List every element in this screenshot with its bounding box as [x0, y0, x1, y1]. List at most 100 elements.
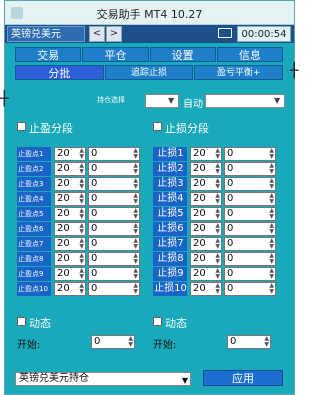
spinner-arrows-icon[interactable]: ▲ ▼	[215, 268, 220, 280]
spinner-arrows-icon[interactable]: ▲ ▼	[79, 208, 84, 220]
take-profit-percent-input[interactable]: 20 ▲ ▼	[54, 207, 86, 221]
spinner-arrows-icon[interactable]: ▲ ▼	[269, 208, 274, 220]
spinner-arrows-icon[interactable]: ▲ ▼	[215, 238, 220, 250]
stop-loss-percent-input[interactable]: 20 ▲ ▼	[190, 237, 222, 251]
stop-loss-points-input[interactable]: 0 ▲ ▼	[224, 267, 276, 281]
take-profit-points-input[interactable]: 0 ▲ ▼	[88, 162, 140, 176]
spinner-arrows-icon[interactable]: ▲ ▼	[79, 193, 84, 205]
spinner-arrows-icon[interactable]: ▲ ▼	[215, 283, 220, 295]
stop-loss-percent-input[interactable]: 20 ▲ ▼	[190, 222, 222, 236]
spinner-arrows-icon[interactable]: ▲ ▼	[133, 283, 138, 295]
stop-loss-percent-input[interactable]: 20 ▲ ▼	[190, 177, 222, 191]
stop-loss-points-input[interactable]: 0 ▲ ▼	[224, 207, 276, 221]
stop-loss-points-input[interactable]: 0 ▲ ▼	[224, 252, 276, 266]
take-profit-percent-input[interactable]: 20 ▲ ▼	[54, 282, 86, 296]
apply-button[interactable]: 应用	[203, 370, 283, 386]
stop-loss-percent-input[interactable]: 20 ▲ ▼	[190, 162, 222, 176]
stop-loss-split-checkbox[interactable]	[153, 122, 162, 131]
left-dynamic-checkbox[interactable]	[17, 317, 26, 326]
spinner-arrows-icon[interactable]: ▲ ▼	[269, 148, 274, 160]
spinner-arrows-icon[interactable]: ▲ ▼	[269, 163, 274, 175]
spinner-arrows-icon[interactable]: ▲ ▼	[215, 178, 220, 190]
spinner-arrows-icon[interactable]: ▲ ▼	[133, 208, 138, 220]
stop-loss-percent-input[interactable]: 20 ▲ ▼	[190, 207, 222, 221]
spinner-arrows-icon[interactable]: ▲ ▼	[79, 178, 84, 190]
spinner-arrows-icon[interactable]: ▲ ▼	[215, 193, 220, 205]
spinner-arrows-icon[interactable]: ▲ ▼	[215, 163, 220, 175]
spinner-arrows-icon[interactable]: ▲ ▼	[128, 336, 133, 348]
take-profit-percent-input[interactable]: 20 ▲ ▼	[54, 222, 86, 236]
spinner-arrows-icon[interactable]: ▲ ▼	[133, 268, 138, 280]
stop-loss-points-input[interactable]: 0 ▲ ▼	[224, 192, 276, 206]
right-start-input[interactable]: 0 ▲ ▼	[227, 335, 271, 349]
position-filter-select[interactable]: ▼	[145, 94, 179, 108]
spinner-arrows-icon[interactable]: ▲ ▼	[79, 223, 84, 235]
tab-info[interactable]: 信息	[216, 47, 283, 62]
take-profit-percent-input[interactable]: 20 ▲ ▼	[54, 237, 86, 251]
next-button[interactable]: >	[106, 26, 122, 42]
spinner-arrows-icon[interactable]: ▲ ▼	[215, 223, 220, 235]
tab-close[interactable]: 平仓	[82, 47, 149, 62]
stop-loss-percent-input[interactable]: 20 ▲ ▼	[190, 252, 222, 266]
spinner-arrows-icon[interactable]: ▲ ▼	[269, 283, 274, 295]
stop-loss-percent-input[interactable]: 20 ▲ ▼	[190, 147, 222, 161]
stop-loss-points-input[interactable]: 0 ▲ ▼	[224, 147, 276, 161]
symbol-select[interactable]: 英镑兑美元	[7, 26, 85, 42]
take-profit-points-input[interactable]: 0 ▲ ▼	[88, 207, 140, 221]
spinner-arrows-icon[interactable]: ▲ ▼	[269, 223, 274, 235]
spinner-arrows-icon[interactable]: ▲ ▼	[79, 163, 84, 175]
stop-loss-points-input[interactable]: 0 ▲ ▼	[224, 237, 276, 251]
take-profit-points-input[interactable]: 0 ▲ ▼	[88, 237, 140, 251]
take-profit-percent-input[interactable]: 20 ▲ ▼	[54, 147, 86, 161]
spinner-arrows-icon[interactable]: ▲ ▼	[133, 193, 138, 205]
spinner-arrows-icon[interactable]: ▲ ▼	[79, 238, 84, 250]
take-profit-percent-input[interactable]: 20 ▲ ▼	[54, 267, 86, 281]
spinner-arrows-icon[interactable]: ▲ ▼	[79, 253, 84, 265]
spinner-arrows-icon[interactable]: ▲ ▼	[215, 253, 220, 265]
footer-symbol-select[interactable]: 英镑兑美元持仓 ▼	[15, 372, 191, 386]
spinner-arrows-icon[interactable]: ▲ ▼	[264, 336, 269, 348]
spinner-arrows-icon[interactable]: ▲ ▼	[269, 193, 274, 205]
spinner-arrows-icon[interactable]: ▲ ▼	[269, 268, 274, 280]
stop-loss-points-input[interactable]: 0 ▲ ▼	[224, 282, 276, 296]
spinner-arrows-icon[interactable]: ▲ ▼	[133, 223, 138, 235]
spinner-arrows-icon[interactable]: ▲ ▼	[269, 253, 274, 265]
tab-trade[interactable]: 交易	[15, 47, 82, 62]
tab-settings[interactable]: 设置	[149, 47, 216, 62]
stop-loss-percent-input[interactable]: 20 ▲ ▼	[190, 192, 222, 206]
folder-icon[interactable]	[218, 28, 232, 38]
stop-loss-points-input[interactable]: 0 ▲ ▼	[224, 162, 276, 176]
right-dynamic-checkbox[interactable]	[153, 317, 162, 326]
stop-loss-points-input[interactable]: 0 ▲ ▼	[224, 222, 276, 236]
take-profit-points-input[interactable]: 0 ▲ ▼	[88, 222, 140, 236]
take-profit-points-input[interactable]: 0 ▲ ▼	[88, 252, 140, 266]
auto-select[interactable]: ▼	[205, 94, 285, 108]
spinner-arrows-icon[interactable]: ▲ ▼	[269, 178, 274, 190]
spinner-arrows-icon[interactable]: ▲ ▼	[133, 148, 138, 160]
take-profit-percent-input[interactable]: 20 ▲ ▼	[54, 162, 86, 176]
take-profit-split-checkbox[interactable]	[17, 122, 26, 131]
spinner-arrows-icon[interactable]: ▲ ▼	[215, 208, 220, 220]
take-profit-percent-input[interactable]: 20 ▲ ▼	[54, 192, 86, 206]
left-start-input[interactable]: 0 ▲ ▼	[91, 335, 135, 349]
spinner-arrows-icon[interactable]: ▲ ▼	[133, 238, 138, 250]
spinner-arrows-icon[interactable]: ▲ ▼	[79, 268, 84, 280]
spinner-arrows-icon[interactable]: ▲ ▼	[215, 148, 220, 160]
spinner-arrows-icon[interactable]: ▲ ▼	[133, 163, 138, 175]
spinner-arrows-icon[interactable]: ▲ ▼	[79, 148, 84, 160]
prev-button[interactable]: <	[89, 26, 105, 42]
stop-loss-percent-input[interactable]: 20 ▲ ▼	[190, 282, 222, 296]
take-profit-points-input[interactable]: 0 ▲ ▼	[88, 282, 140, 296]
take-profit-points-input[interactable]: 0 ▲ ▼	[88, 177, 140, 191]
tab-trailing-stop[interactable]: 追踪止损	[104, 65, 194, 80]
spinner-arrows-icon[interactable]: ▲ ▼	[79, 283, 84, 295]
tab-breakeven[interactable]: 盈亏平衡+	[194, 65, 284, 80]
stop-loss-points-input[interactable]: 0 ▲ ▼	[224, 177, 276, 191]
take-profit-points-input[interactable]: 0 ▲ ▼	[88, 147, 140, 161]
take-profit-percent-input[interactable]: 20 ▲ ▼	[54, 177, 86, 191]
spinner-arrows-icon[interactable]: ▲ ▼	[269, 238, 274, 250]
take-profit-points-input[interactable]: 0 ▲ ▼	[88, 192, 140, 206]
spinner-arrows-icon[interactable]: ▲ ▼	[133, 253, 138, 265]
spinner-arrows-icon[interactable]: ▲ ▼	[133, 178, 138, 190]
tab-split[interactable]: 分批	[15, 65, 104, 80]
